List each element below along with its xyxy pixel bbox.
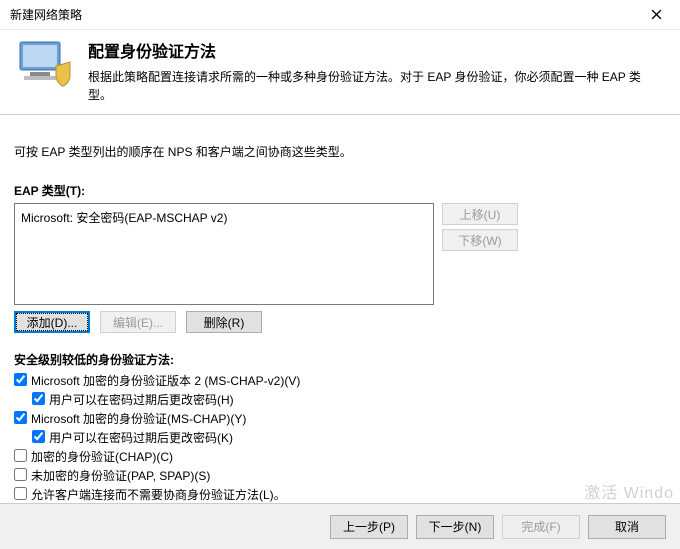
eap-type-item[interactable]: Microsoft: 安全密码(EAP-MSCHAP v2): [21, 208, 427, 227]
auth-method-option[interactable]: Microsoft 加密的身份验证版本 2 (MS-CHAP-v2)(V): [14, 372, 666, 389]
edit-button[interactable]: 编辑(E)...: [100, 311, 176, 333]
auth-method-label: 未加密的身份验证(PAP, SPAP)(S): [31, 467, 210, 484]
auth-method-option[interactable]: 允许客户端连接而不需要协商身份验证方法(L)。: [14, 486, 666, 503]
auth-method-option[interactable]: 用户可以在密码过期后更改密码(K): [32, 429, 666, 446]
auth-method-label: 用户可以在密码过期后更改密码(K): [49, 429, 233, 446]
auth-method-checkbox[interactable]: [32, 392, 45, 405]
auth-method-option[interactable]: 未加密的身份验证(PAP, SPAP)(S): [14, 467, 666, 484]
close-button[interactable]: [640, 2, 672, 28]
page-heading: 配置身份验证方法: [88, 38, 664, 62]
eap-types-listbox[interactable]: Microsoft: 安全密码(EAP-MSCHAP v2): [14, 203, 434, 305]
auth-method-label: 允许客户端连接而不需要协商身份验证方法(L)。: [31, 486, 286, 503]
auth-method-option[interactable]: 用户可以在密码过期后更改密码(H): [32, 391, 666, 408]
auth-method-option[interactable]: 加密的身份验证(CHAP)(C): [14, 448, 666, 465]
auth-method-checkbox[interactable]: [14, 411, 27, 424]
auth-method-label: 用户可以在密码过期后更改密码(H): [49, 391, 234, 408]
add-button[interactable]: 添加(D)...: [14, 311, 90, 333]
finish-button[interactable]: 完成(F): [502, 515, 580, 539]
auth-method-checkbox[interactable]: [14, 373, 27, 386]
auth-method-label: Microsoft 加密的身份验证版本 2 (MS-CHAP-v2)(V): [31, 372, 300, 389]
close-icon: [651, 9, 662, 20]
intro-text: 可按 EAP 类型列出的顺序在 NPS 和客户端之间协商这些类型。: [14, 143, 666, 160]
auth-method-label: 加密的身份验证(CHAP)(C): [31, 448, 173, 465]
window-title: 新建网络策略: [10, 6, 82, 23]
policy-icon: [16, 36, 72, 88]
back-button[interactable]: 上一步(P): [330, 515, 408, 539]
remove-button[interactable]: 删除(R): [186, 311, 262, 333]
page-description: 根据此策略配置连接请求所需的一种或多种身份验证方法。对于 EAP 身份验证，你必…: [88, 68, 664, 104]
auth-method-checkbox[interactable]: [32, 430, 45, 443]
auth-method-checkbox[interactable]: [14, 468, 27, 481]
cancel-button[interactable]: 取消: [588, 515, 666, 539]
eap-types-label: EAP 类型(T):: [14, 182, 666, 199]
auth-method-label: Microsoft 加密的身份验证(MS-CHAP)(Y): [31, 410, 246, 427]
wizard-footer: 上一步(P) 下一步(N) 完成(F) 取消: [0, 503, 680, 549]
titlebar: 新建网络策略: [0, 0, 680, 30]
page-header: 配置身份验证方法 根据此策略配置连接请求所需的一种或多种身份验证方法。对于 EA…: [0, 30, 680, 115]
move-up-button[interactable]: 上移(U): [442, 203, 518, 225]
move-down-button[interactable]: 下移(W): [442, 229, 518, 251]
less-secure-title: 安全级别较低的身份验证方法:: [14, 351, 666, 368]
auth-method-checkbox[interactable]: [14, 449, 27, 462]
auth-method-checkbox[interactable]: [14, 487, 27, 500]
body: 可按 EAP 类型列出的顺序在 NPS 和客户端之间协商这些类型。 EAP 类型…: [0, 115, 680, 503]
auth-method-option[interactable]: Microsoft 加密的身份验证(MS-CHAP)(Y): [14, 410, 666, 427]
next-button[interactable]: 下一步(N): [416, 515, 494, 539]
